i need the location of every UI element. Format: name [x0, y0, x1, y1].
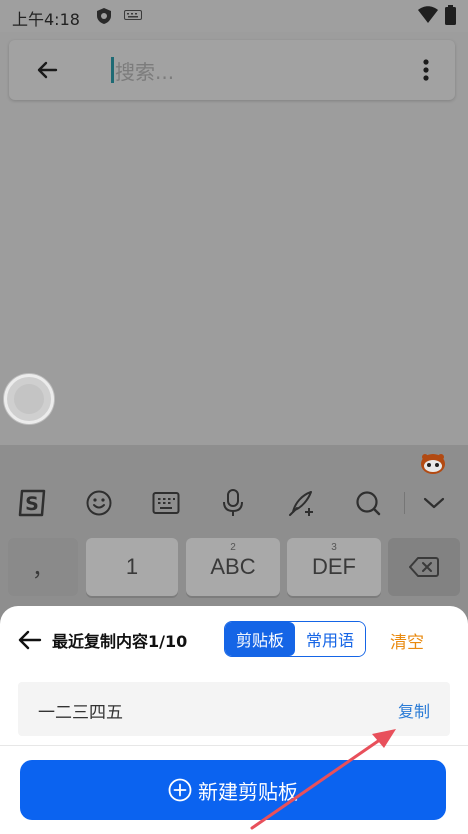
wifi-icon — [418, 6, 438, 23]
plus-circle-icon — [168, 778, 192, 802]
key-abc[interactable]: 2 ABC — [186, 538, 280, 596]
tab-common-phrases[interactable]: 常用语 — [295, 622, 365, 656]
chevron-down-icon[interactable] — [412, 478, 456, 528]
keyboard-icon[interactable] — [144, 478, 188, 528]
new-clipboard-label: 新建剪贴板 — [198, 779, 298, 804]
backspace-icon — [409, 557, 439, 577]
floating-button-center — [14, 384, 44, 414]
clipboard-panel: 最近复制内容1/10 剪贴板 常用语 清空 一二三四五 复制 新建剪贴板 — [0, 606, 468, 834]
battery-icon — [445, 5, 456, 25]
search-icon[interactable] — [346, 478, 390, 528]
toolbar-divider — [404, 492, 405, 514]
copy-button[interactable]: 复制 — [398, 698, 430, 722]
tab-switcher: 剪贴板 常用语 — [224, 621, 366, 657]
key-backspace[interactable] — [388, 538, 460, 596]
shield-icon — [97, 8, 111, 24]
microphone-icon[interactable] — [211, 478, 255, 528]
status-bar: 上午4:18 — [0, 0, 468, 32]
page-content — [0, 110, 468, 445]
floating-assistive-button[interactable] — [4, 374, 54, 424]
key-1[interactable]: 1 — [86, 538, 178, 596]
status-time: 上午4:18 — [12, 10, 80, 29]
keyboard-key-row: ， 1 2 ABC 3 DEF — [0, 530, 468, 610]
search-input[interactable]: 搜索... — [115, 56, 174, 85]
search-bar: 搜索... — [9, 40, 455, 100]
svg-text:S: S — [25, 493, 39, 515]
sogou-logo-icon[interactable]: S — [10, 478, 54, 528]
key-def[interactable]: 3 DEF — [287, 538, 381, 596]
handwriting-icon[interactable] — [279, 478, 323, 528]
clear-button[interactable]: 清空 — [390, 628, 424, 653]
clipboard-item-text: 一二三四五 — [38, 703, 123, 723]
keyboard-toolbar: S — [0, 478, 468, 528]
emoji-icon[interactable] — [77, 478, 121, 528]
tab-clipboard[interactable]: 剪贴板 — [225, 622, 295, 656]
text-cursor — [111, 57, 114, 83]
back-arrow-icon[interactable] — [18, 630, 42, 650]
more-options-icon[interactable] — [423, 58, 429, 82]
divider — [0, 745, 468, 746]
key-comma[interactable]: ， — [8, 538, 78, 596]
back-arrow-icon[interactable] — [35, 58, 59, 82]
clipboard-item[interactable]: 一二三四五 复制 — [18, 682, 450, 736]
panel-title: 最近复制内容1/10 — [52, 632, 188, 651]
keyboard-status-icon — [124, 10, 142, 20]
mascot-icon[interactable] — [420, 451, 446, 475]
new-clipboard-button[interactable]: 新建剪贴板 — [20, 760, 446, 820]
